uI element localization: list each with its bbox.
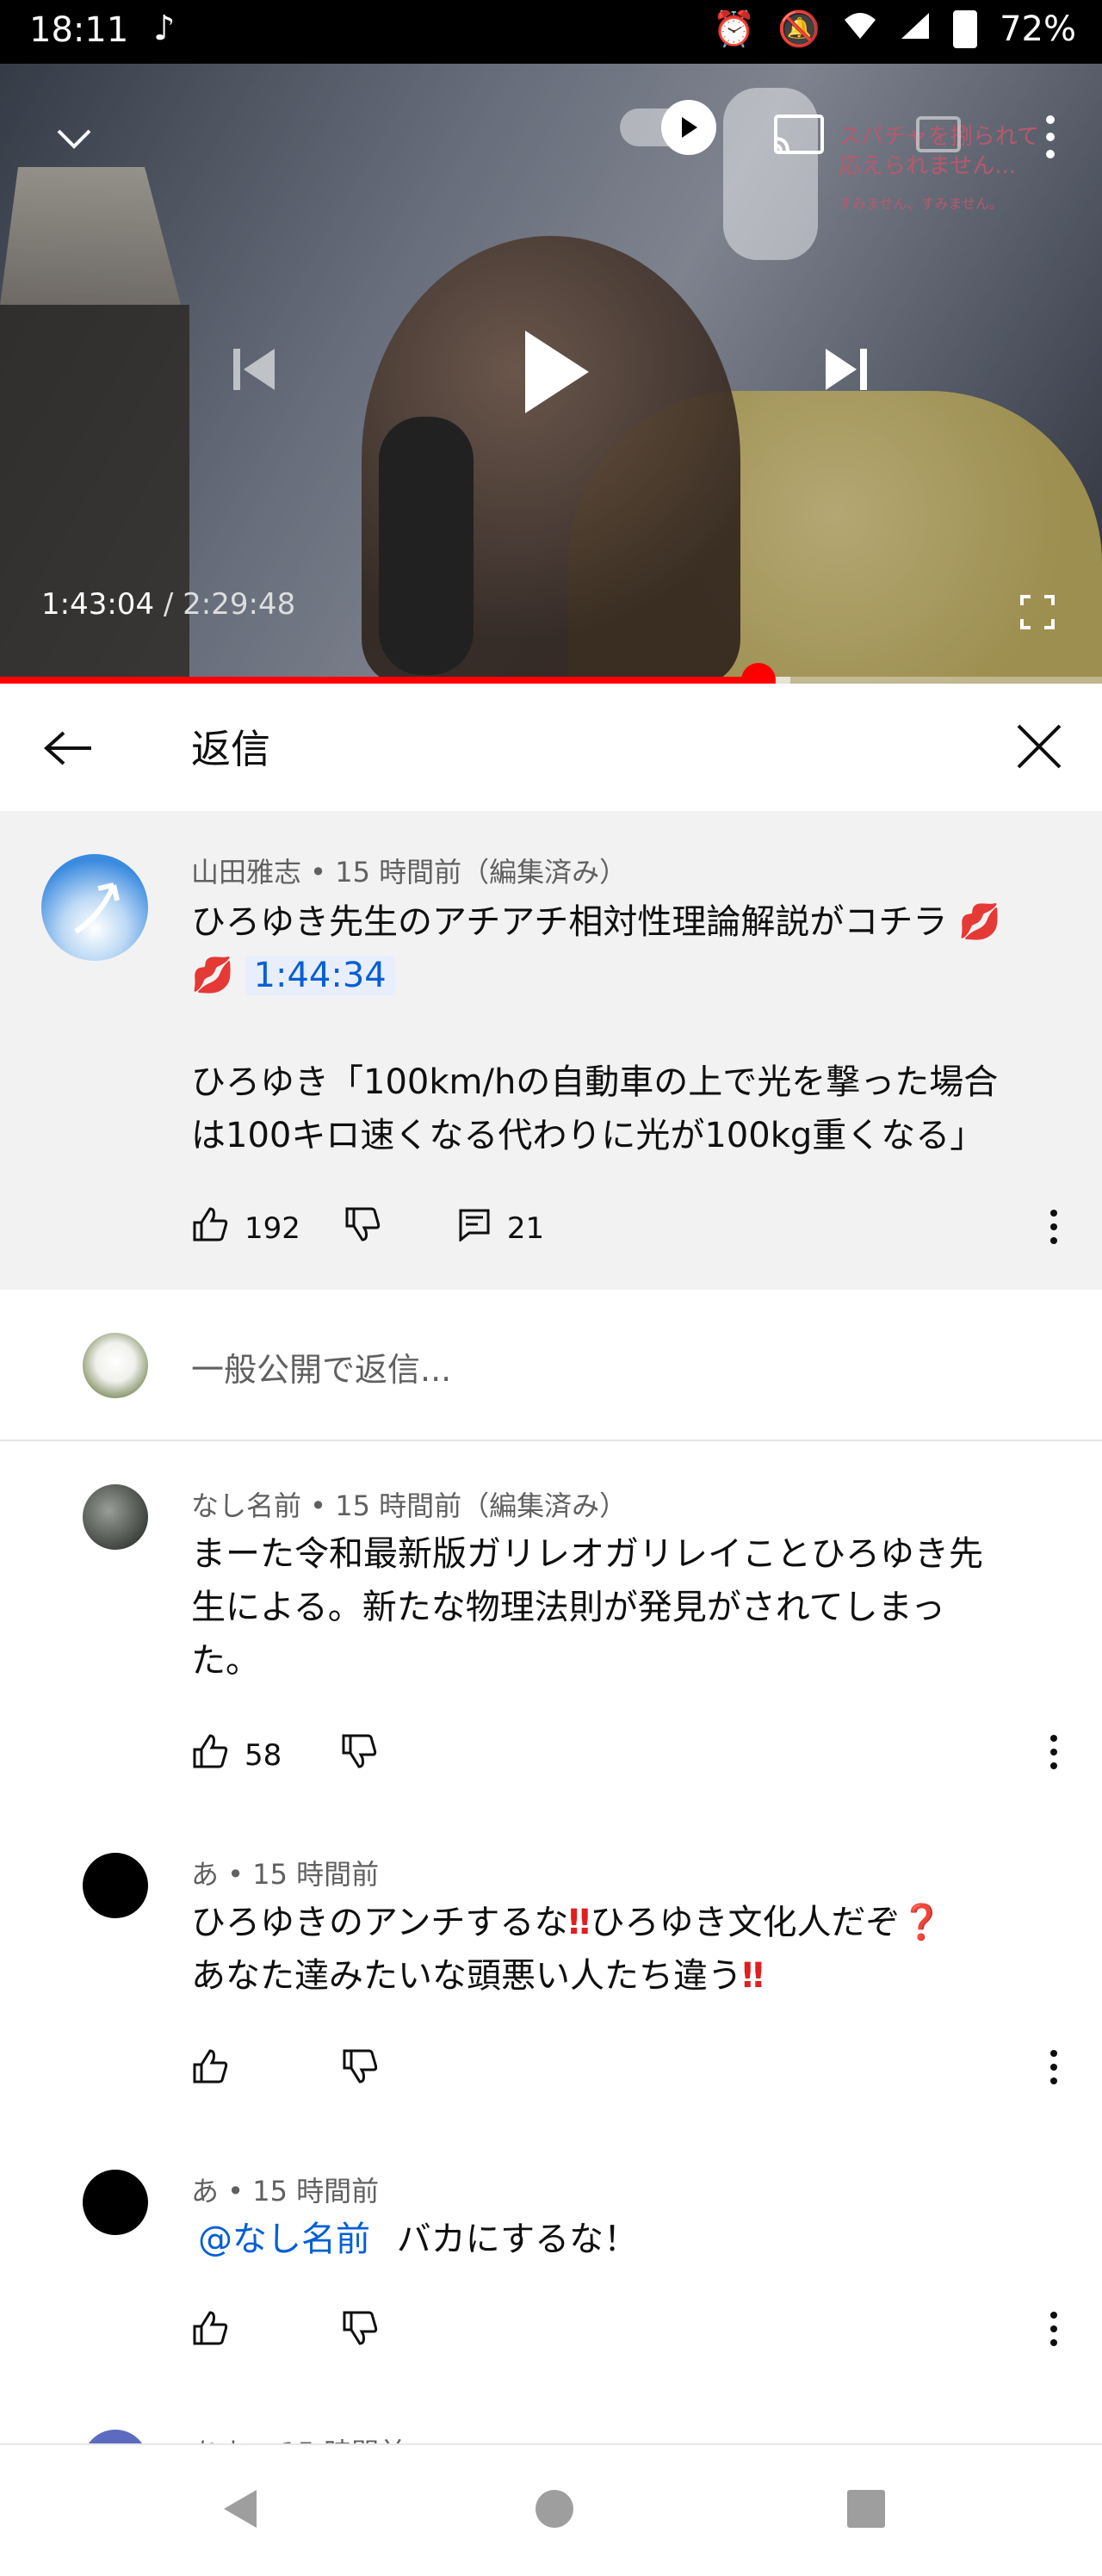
dislike-icon[interactable] xyxy=(340,1734,378,1776)
previous-icon[interactable] xyxy=(224,339,284,399)
reply-text: @なし名前 バカにするな！ xyxy=(191,2213,1061,2266)
play-icon xyxy=(661,100,716,155)
cast-icon[interactable] xyxy=(768,108,830,160)
next-icon[interactable] xyxy=(816,339,876,399)
reply-meta: あ • 15 時間前 xyxy=(191,1858,380,1891)
double-exclamation-icon: ‼ xyxy=(568,1903,591,1942)
mention-link[interactable]: @なし名前 xyxy=(198,2220,370,2259)
like-count: 192 xyxy=(245,1211,300,1246)
minimize-chevron-icon[interactable] xyxy=(50,115,98,164)
comment-meta: 山田雅志 • 15 時間前（編集済み） xyxy=(191,856,628,889)
status-time: 18:11 xyxy=(29,10,129,50)
like-icon[interactable] xyxy=(191,2311,229,2353)
replies-header: 返信 xyxy=(0,684,1102,812)
avatar[interactable] xyxy=(83,1484,148,1550)
dislike-icon[interactable] xyxy=(341,2311,379,2353)
nav-home-icon[interactable] xyxy=(529,2483,580,2535)
comment-line: は100キロ速くなる代わりに光が100kg重くなる」 xyxy=(191,1116,985,1155)
reply-input-row[interactable]: 一般公開で返信... xyxy=(0,1290,1102,1441)
battery-icon xyxy=(953,9,978,48)
nav-back-icon[interactable] xyxy=(214,2483,265,2535)
like-count: 58 xyxy=(245,1737,282,1773)
reply-actions xyxy=(191,2311,379,2353)
time-display: 1:43:04 / 2:29:48 xyxy=(41,587,296,622)
reply-line: 生による。新たな物理法則が発見がされてしまっ xyxy=(191,1588,945,1627)
reply-more-icon[interactable] xyxy=(1043,2047,1064,2087)
back-arrow-icon[interactable] xyxy=(38,718,98,778)
mute-icon: 🔕 xyxy=(777,9,821,49)
captions-icon[interactable] xyxy=(913,108,964,160)
timestamp-link[interactable]: 1:44:34 xyxy=(245,956,395,995)
dislike-icon[interactable] xyxy=(344,1207,381,1249)
like-icon[interactable] xyxy=(191,1207,229,1249)
status-bar: 18:11 ♪ ⏰ 🔕 72% xyxy=(0,0,1102,64)
reply-actions: 58 xyxy=(191,1734,378,1776)
reply-text: まーた令和最新版ガリレオガリレイことひろゆき先 生による。新たな物理法則が発見が… xyxy=(191,1527,1061,1687)
progress-fill xyxy=(0,677,758,684)
like-icon[interactable] xyxy=(191,1734,229,1776)
overlay-small-text: すみません、すみません。 xyxy=(839,195,1004,212)
question-mark-icon: ❓ xyxy=(900,1903,944,1942)
reply-line: あなた達みたいな頭悪い人たち違う xyxy=(191,1956,742,1996)
reply-line: ひろゆき文化人だぞ xyxy=(590,1903,901,1942)
battery-level: 72% xyxy=(1000,9,1076,49)
music-note-icon: ♪ xyxy=(153,9,176,48)
signal-icon xyxy=(900,9,931,49)
close-icon[interactable] xyxy=(1009,716,1069,777)
kiss-lips-icon: 💋 xyxy=(947,902,1001,942)
more-options-icon[interactable] xyxy=(1033,107,1068,167)
reply-meta: なし名前 • 15 時間前（編集済み） xyxy=(191,1489,628,1522)
double-exclamation-icon: ‼ xyxy=(742,1956,765,1996)
reply-line: ひろゆきのアンチするな xyxy=(191,1903,569,1942)
wifi-icon xyxy=(843,9,877,49)
comment-text: ひろゆき先生のアチアチ相対性理論解説がコチラ 💋 💋 1:44:34 ひろゆき「… xyxy=(191,895,1061,1162)
reply-line: まーた令和最新版ガリレオガリレイことひろゆき先 xyxy=(191,1534,983,1574)
reply-line: た。 xyxy=(191,1641,260,1681)
reply-comment-icon[interactable] xyxy=(457,1207,492,1249)
current-time: 1:43:04 xyxy=(41,587,155,622)
reply-more-icon[interactable] xyxy=(1043,2309,1064,2349)
avatar[interactable] xyxy=(83,2170,148,2235)
autoplay-toggle[interactable] xyxy=(620,100,716,155)
video-player[interactable]: スパチャを捌られて 応えられません... すみません、すみません。 1:43:0… xyxy=(0,64,1102,684)
alarm-icon: ⏰ xyxy=(712,9,756,49)
reply-text: ひろゆきのアンチするな‼ひろゆき文化人だぞ❓ あなた達みたいな頭悪い人たち違う‼ xyxy=(191,1896,1061,2003)
android-nav-bar xyxy=(0,2443,1102,2576)
comment-actions: 192 21 xyxy=(191,1207,544,1249)
nav-recents-icon[interactable] xyxy=(840,2483,892,2535)
user-avatar xyxy=(83,1333,148,1398)
panel-title: 返信 xyxy=(191,726,270,772)
fullscreen-icon[interactable] xyxy=(1016,591,1059,634)
reply-line: バカにするな！ xyxy=(396,2220,639,2259)
progress-bar[interactable] xyxy=(0,663,1102,684)
reply-more-icon[interactable] xyxy=(1043,1732,1064,1772)
reply-input[interactable]: 一般公開で返信... xyxy=(191,1343,451,1390)
dislike-icon[interactable] xyxy=(341,2049,379,2091)
reply-actions xyxy=(191,2049,379,2091)
play-pause-icon[interactable] xyxy=(513,320,599,424)
duration: 2:29:48 xyxy=(183,587,296,622)
comment-line: ひろゆき先生のアチアチ相対性理論解説がコチラ xyxy=(191,902,948,942)
comment-line: ひろゆき「100km/hの自動車の上で光を撃った場合 xyxy=(191,1062,999,1102)
reply-count: 21 xyxy=(506,1211,545,1246)
status-icons: ⏰ 🔕 72% xyxy=(712,9,1076,50)
avatar[interactable] xyxy=(41,854,148,961)
top-comment: 山田雅志 • 15 時間前（編集済み） ひろゆき先生のアチアチ相対性理論解説がコ… xyxy=(0,811,1102,1290)
like-icon[interactable] xyxy=(191,2049,229,2091)
comment-more-icon[interactable] xyxy=(1043,1207,1064,1247)
reply-meta: あ • 15 時間前 xyxy=(191,2175,380,2208)
kiss-lips-icon: 💋 xyxy=(191,956,245,995)
avatar[interactable] xyxy=(83,1853,148,1918)
